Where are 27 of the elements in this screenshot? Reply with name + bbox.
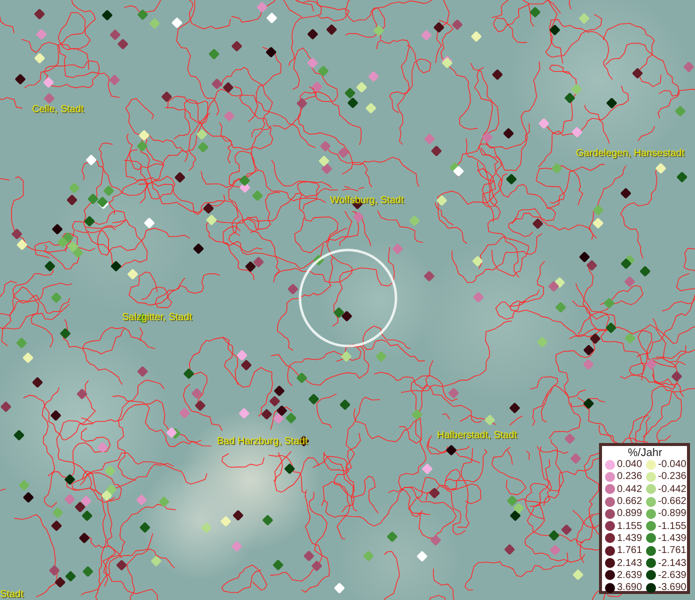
place-label: Gardelegen, Hansestadt: [576, 148, 684, 159]
legend-value: 0.899: [617, 508, 642, 520]
legend-value: 3.690: [617, 582, 642, 594]
legend-value: -0.040: [658, 459, 686, 470]
legend-value: -1.439: [658, 532, 686, 544]
legend-value: 0.442: [617, 484, 642, 495]
legend-value: -2.639: [658, 570, 686, 581]
legend-value: -1.761: [658, 545, 686, 556]
legend-value: 0.236: [617, 471, 642, 482]
legend-value: 0.040: [617, 459, 642, 470]
legend-value: 2.639: [617, 570, 642, 581]
legend-value: -0.236: [658, 471, 686, 482]
legend-value: -3.690: [658, 582, 686, 594]
legend-value: -0.662: [658, 496, 686, 508]
legend-value: -0.899: [658, 508, 686, 520]
legend-title: %/Jahr: [626, 447, 664, 459]
legend-value: -1.155: [658, 520, 686, 532]
place-label: Halberstadt, Stadt: [437, 430, 518, 441]
place-label: Celle, Stadt: [32, 104, 84, 115]
legend-value: -0.442: [658, 484, 686, 495]
legend-value: -2.143: [658, 558, 686, 569]
legend-value: 2.143: [617, 558, 642, 569]
legend-value: 1.439: [617, 532, 642, 544]
place-label: Stadt: [0, 589, 24, 600]
legend-value: 1.155: [617, 520, 642, 532]
legend-value: 0.662: [617, 496, 642, 508]
legend-value: 1.761: [617, 545, 642, 556]
